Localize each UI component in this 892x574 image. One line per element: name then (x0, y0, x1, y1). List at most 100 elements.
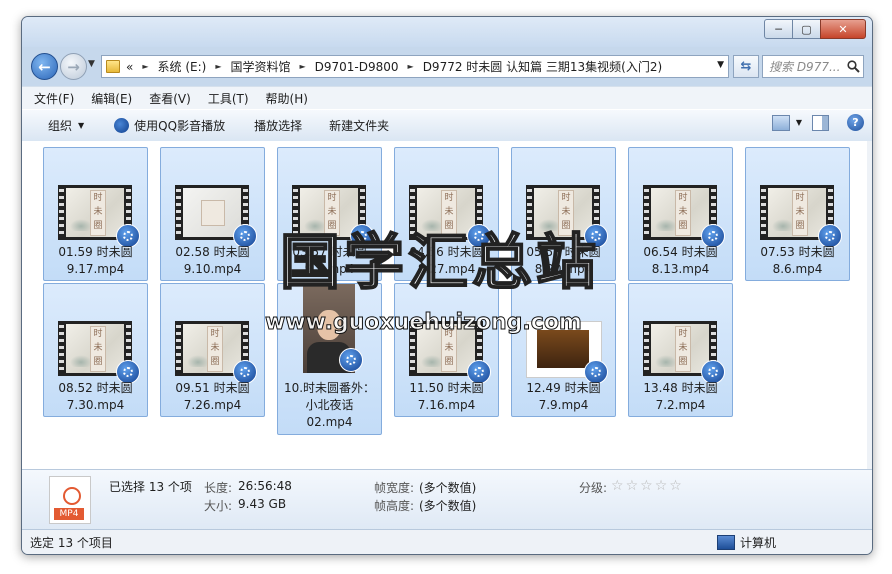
menu-help[interactable]: 帮助(H) (266, 90, 308, 107)
play-selection-label: 播放选择 (254, 119, 303, 133)
thumb-char: 未 (210, 343, 220, 353)
thumb-char: 圈 (678, 357, 688, 367)
thumb-char: 时 (678, 193, 688, 203)
thumb-char: 时 (444, 193, 454, 203)
breadcrumb-drive[interactable]: 系统 (E:) (158, 58, 207, 75)
video-thumbnail (526, 321, 608, 384)
file-item[interactable]: 时未圈 11.50 时未圆 7.16.mp4 (394, 283, 499, 417)
video-thumbnail: 时未圈 (643, 321, 725, 384)
file-name: 8.27.mp4 (417, 262, 476, 276)
new-folder-button[interactable]: 新建文件夹 (329, 117, 389, 134)
file-type-label: MP4 (54, 508, 84, 520)
file-item[interactable]: 10.时未圆番外： 小北夜话 02.mp4 (277, 283, 382, 435)
rating-stars[interactable]: ☆ ☆ ☆ ☆ ☆ (611, 478, 684, 494)
thumb-char: 圈 (444, 221, 454, 231)
file-name: 11.50 时未圆 (409, 381, 484, 395)
file-item[interactable]: 02.58 时未圆 9.10.mp4 (160, 147, 265, 281)
file-item[interactable]: 时未圈 04.56 时未圆 8.27.mp4 (394, 147, 499, 281)
file-item[interactable]: 时未圈 07.53 时未圆 8.6.mp4 (745, 147, 850, 281)
file-name: 8.20.mp4 (534, 262, 593, 276)
status-location-text: 计算机 (740, 536, 777, 550)
thumb-char: 时 (795, 193, 805, 203)
thumb-char: 圈 (210, 357, 220, 367)
file-name: 04.56 时未圆 (409, 245, 484, 259)
frame-height-label: 帧高度: (374, 499, 415, 513)
menu-edit[interactable]: 编辑(E) (91, 90, 132, 107)
thumb-char: 圈 (678, 221, 688, 231)
play-with-qq-button[interactable]: 使用QQ影音播放 (114, 117, 225, 134)
recent-pages-dropdown[interactable]: ▼ (88, 59, 95, 69)
frame-width-value[interactable]: (多个数值) (419, 479, 476, 496)
file-name: 小北夜话 (305, 398, 354, 412)
frame-width-label: 帧宽度: (374, 481, 415, 495)
thumb-char: 时 (327, 193, 337, 203)
computer-icon (717, 535, 735, 550)
menu-file[interactable]: 文件(F) (34, 90, 74, 107)
breadcrumb-separator-icon[interactable]: ► (215, 62, 221, 71)
video-thumbnail: 时未圈 (526, 185, 608, 248)
address-bar[interactable]: « ► 系统 (E:) ► 国学资料馆 ► D9701-D9800 ► D977… (101, 55, 729, 78)
breadcrumb-separator-icon[interactable]: ► (142, 62, 148, 71)
file-name: 13.48 时未圆 (643, 381, 718, 395)
thumb-char: 圈 (795, 221, 805, 231)
file-item[interactable]: 时未圈 08.52 时未圆 7.30.mp4 (43, 283, 148, 417)
thumb-char: 圈 (93, 221, 103, 231)
star-icon[interactable]: ☆ (626, 478, 639, 494)
breadcrumb-overflow[interactable]: « (126, 60, 133, 74)
star-icon[interactable]: ☆ (655, 478, 668, 494)
search-box[interactable]: 搜索 D977... (762, 55, 864, 78)
star-icon[interactable]: ☆ (640, 478, 653, 494)
thumb-char: 圈 (561, 221, 571, 231)
organize-button[interactable]: 组织 ▼ (48, 117, 84, 134)
close-button[interactable]: ✕ (820, 19, 866, 39)
status-selection-text: 选定 13 个项目 (30, 536, 113, 550)
thumb-char: 未 (93, 343, 103, 353)
file-item[interactable]: 时未圈 03.57 时未圆 9.3.mp4 (277, 147, 382, 281)
scrollbar[interactable] (867, 141, 872, 469)
star-icon[interactable]: ☆ (611, 478, 624, 494)
file-name: 02.58 时未圆 (175, 245, 250, 259)
thumb-char: 时 (561, 193, 571, 203)
help-icon[interactable]: ? (847, 114, 864, 131)
file-item[interactable]: 时未圈 06.54 时未圆 8.13.mp4 (628, 147, 733, 281)
file-item[interactable]: 时未圈 05.55 时未圆 8.20.mp4 (511, 147, 616, 281)
file-list: 时未圈 01.59 时未圆 9.17.mp4 02.58 时未圆 9.10.mp4 … (22, 141, 872, 524)
breadcrumb-current-folder[interactable]: D9772 时未圆 认知篇 三期13集视频(入门2) (423, 58, 663, 75)
maximize-button[interactable]: ▢ (792, 19, 821, 39)
thumb-char: 未 (795, 207, 805, 217)
menu-view[interactable]: 查看(V) (149, 90, 191, 107)
search-input[interactable]: 搜索 D977... (769, 58, 846, 75)
rating-label: 分级: (579, 481, 608, 495)
breadcrumb-separator-icon[interactable]: ► (299, 62, 305, 71)
thumb-char: 时 (210, 329, 220, 339)
thumb-char: 未 (678, 207, 688, 217)
thumb-char: 未 (444, 343, 454, 353)
view-options-dropdown[interactable]: ▼ (796, 118, 802, 127)
minimize-button[interactable]: ─ (764, 19, 793, 39)
file-item[interactable]: 时未圈 09.51 时未圆 7.26.mp4 (160, 283, 265, 417)
address-dropdown-icon[interactable]: ▼ (717, 60, 724, 70)
video-thumbnail: 时未圈 (175, 321, 257, 384)
file-name: 7.16.mp4 (417, 398, 476, 412)
menu-tools[interactable]: 工具(T) (208, 90, 249, 107)
preview-pane-icon[interactable] (812, 114, 829, 131)
change-view-icon[interactable] (771, 114, 790, 131)
breadcrumb-range[interactable]: D9701-D9800 (315, 60, 399, 74)
file-item[interactable]: 12.49 时未圆 7.9.mp4 (511, 283, 616, 417)
refresh-button[interactable]: ⇆ (733, 55, 759, 78)
star-icon[interactable]: ☆ (669, 478, 682, 494)
thumb-char: 圈 (444, 357, 454, 367)
thumb-char: 未 (93, 207, 103, 217)
file-name: 9.17.mp4 (66, 262, 125, 276)
video-thumbnail: 时未圈 (292, 185, 374, 248)
forward-button[interactable]: → (60, 53, 87, 80)
search-icon[interactable] (846, 60, 860, 74)
breadcrumb-separator-icon[interactable]: ► (408, 62, 414, 71)
breadcrumb-library[interactable]: 国学资料馆 (230, 58, 290, 75)
file-item[interactable]: 时未圈 13.48 时未圆 7.2.mp4 (628, 283, 733, 417)
play-selection-button[interactable]: 播放选择 (254, 117, 302, 134)
back-button[interactable]: ← (31, 53, 58, 80)
frame-height-value[interactable]: (多个数值) (419, 497, 476, 514)
file-name: 08.52 时未圆 (58, 381, 133, 395)
file-item[interactable]: 时未圈 01.59 时未圆 9.17.mp4 (43, 147, 148, 281)
